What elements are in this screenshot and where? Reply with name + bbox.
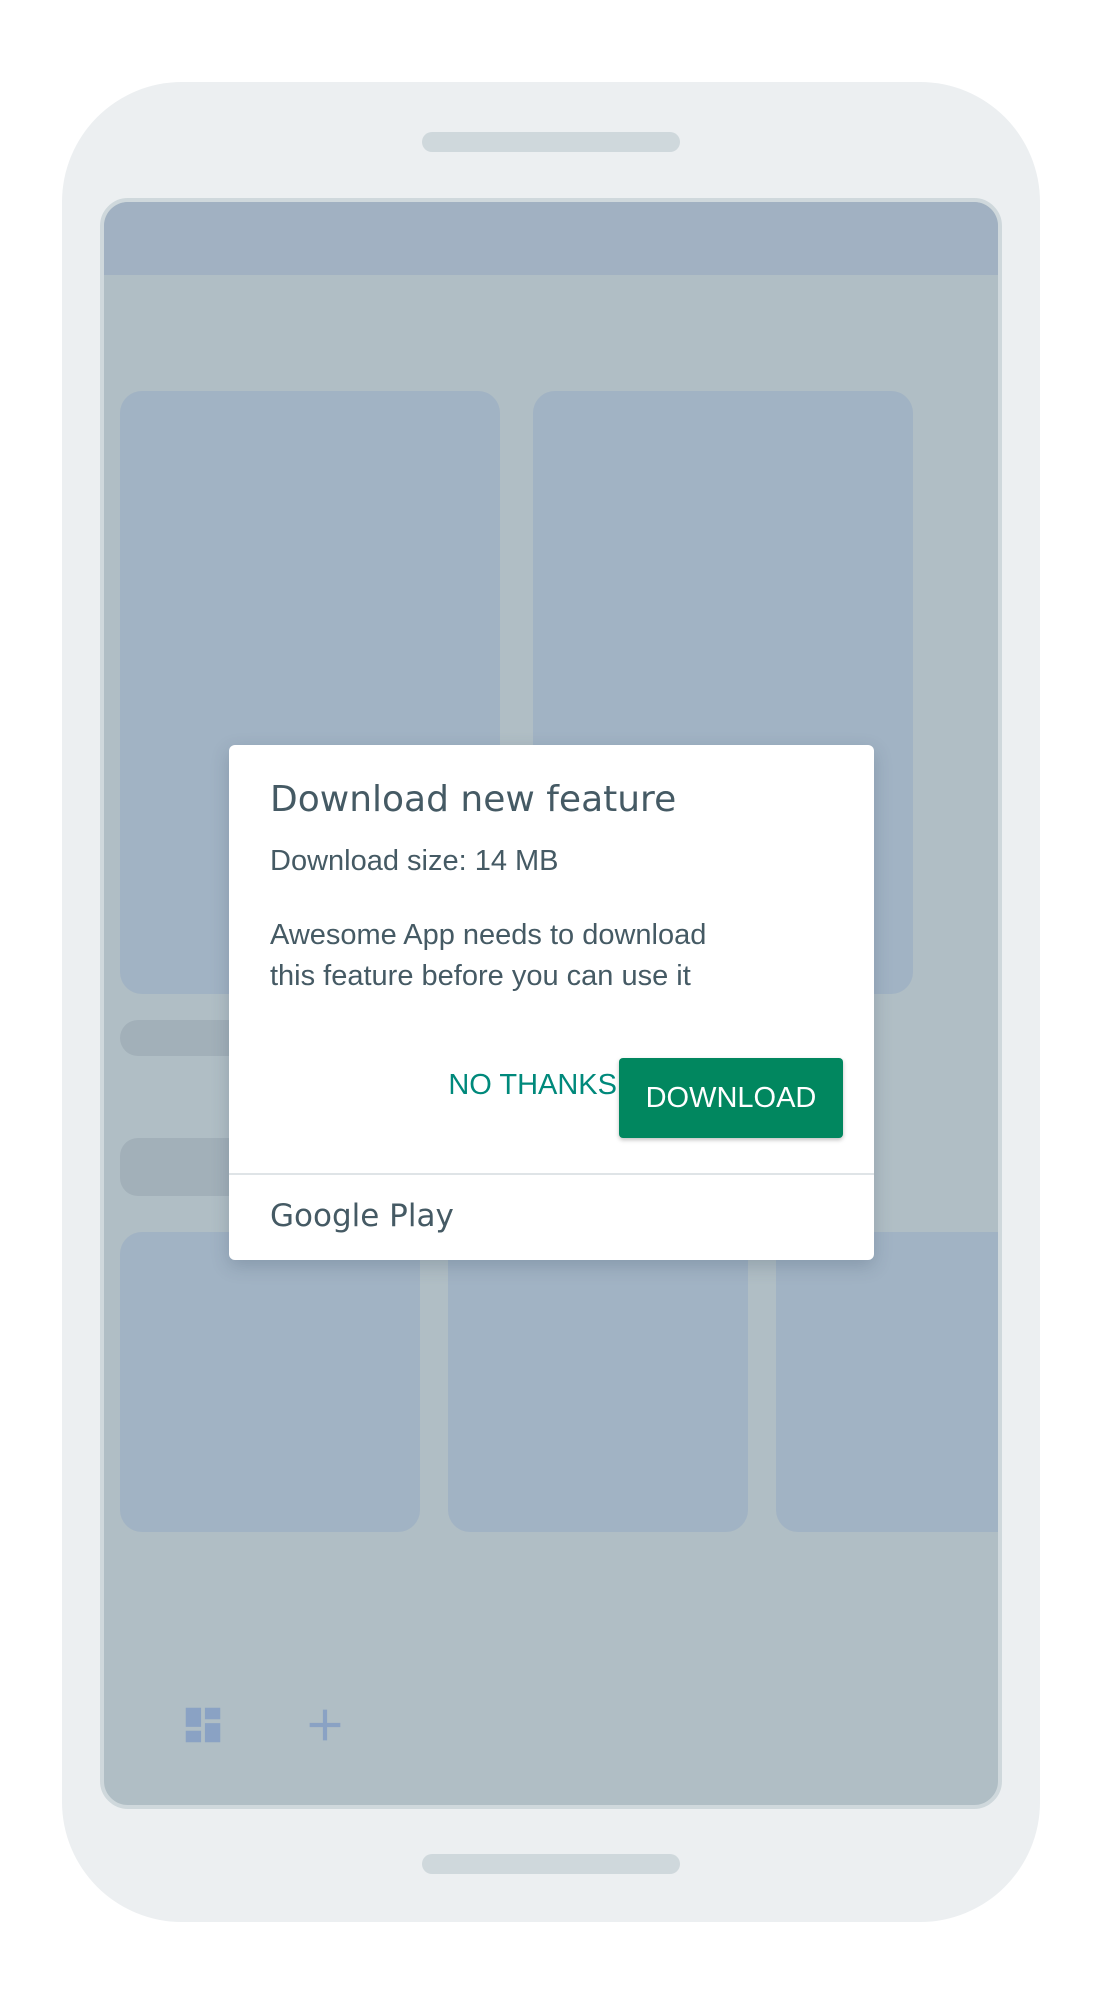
dialog-body: Awesome App needs to download this featu… [270, 915, 790, 997]
dialog-body-line: this feature before you can use it [270, 960, 691, 992]
dialog-divider [229, 1173, 874, 1175]
content-card-placeholder [776, 1232, 998, 1532]
dialog-body-line: Awesome App needs to download [270, 919, 707, 951]
app-bar-placeholder [104, 202, 998, 275]
bottom-speaker [422, 1854, 680, 1874]
add-icon[interactable] [302, 1702, 348, 1748]
dashboard-icon[interactable] [180, 1702, 226, 1748]
download-button[interactable]: DOWNLOAD [619, 1058, 843, 1138]
no-thanks-button[interactable]: NO THANKS [389, 1057, 627, 1113]
download-size-text: Download size: 14 MB [270, 845, 559, 877]
google-play-brand: Google Play [270, 1198, 454, 1234]
top-speaker [422, 132, 680, 152]
content-card-placeholder [120, 1232, 420, 1532]
content-card-placeholder [448, 1232, 748, 1532]
dialog-title: Download new feature [270, 779, 677, 820]
download-feature-dialog: Download new feature Download size: 14 M… [229, 745, 874, 1260]
